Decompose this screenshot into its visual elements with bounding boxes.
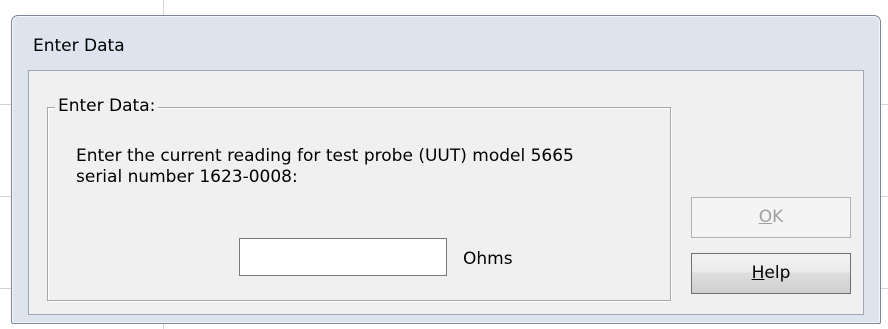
ok-label-rest: K — [772, 207, 784, 227]
groupbox-label: Enter Data: — [55, 96, 159, 116]
title-bar[interactable]: Enter Data — [12, 16, 880, 71]
help-label-rest: elp — [764, 263, 791, 283]
dialog-client-area: Enter Data: Enter the current reading fo… — [28, 70, 864, 315]
help-button[interactable]: Help — [691, 253, 851, 294]
ok-button[interactable]: OK — [691, 197, 851, 238]
enter-data-dialog: Enter Data Enter Data: Enter the current… — [11, 15, 881, 324]
prompt-line-2: serial number 1623-0008: — [76, 167, 298, 187]
units-label: Ohms — [463, 249, 513, 269]
prompt-text: Enter the current reading for test probe… — [76, 146, 636, 188]
prompt-line-1: Enter the current reading for test probe… — [76, 146, 574, 166]
reading-input[interactable] — [239, 238, 447, 276]
help-mnemonic: H — [751, 263, 765, 283]
dialog-title: Enter Data — [33, 36, 125, 56]
ok-mnemonic: O — [758, 207, 773, 227]
